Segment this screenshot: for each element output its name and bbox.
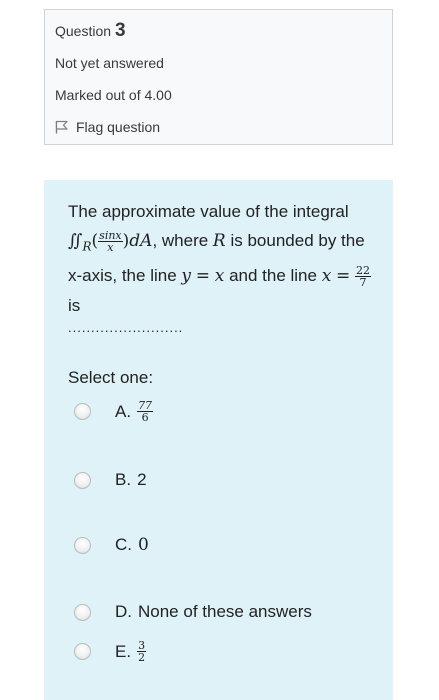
- flag-question-label: Flag question: [76, 119, 161, 135]
- question-text-1: The approximate value of the integral: [68, 202, 349, 221]
- question-text-4: and the line: [229, 266, 317, 286]
- option-e-fraction: 32: [137, 640, 147, 664]
- question-state: Not yet answered: [55, 55, 164, 71]
- option-c-letter: C.: [115, 535, 132, 554]
- answer-blank: .........................: [68, 320, 184, 335]
- integral-symbol: ∬: [68, 231, 83, 251]
- flag-question-button[interactable]: Flag question: [55, 119, 160, 135]
- x-variable: x: [214, 266, 225, 287]
- option-d-label[interactable]: D. None of these answers: [115, 602, 312, 622]
- option-a[interactable]: A. 77 6: [74, 400, 154, 424]
- option-e-label[interactable]: E. 32: [115, 640, 147, 664]
- question-number-value: 3: [114, 20, 126, 41]
- option-d-value: None of these answers: [138, 602, 312, 621]
- question-info-panel: Question 3 Not yet answered Marked out o…: [44, 9, 393, 145]
- question-text-2: , where: [152, 231, 209, 250]
- option-e-radio[interactable]: [74, 643, 91, 660]
- option-a-radio[interactable]: [74, 403, 91, 420]
- flag-icon: [55, 120, 68, 134]
- paren-open: (: [91, 231, 99, 251]
- option-b-label[interactable]: B. 2: [115, 470, 147, 490]
- option-d-radio[interactable]: [74, 603, 91, 621]
- question-text: The approximate value of the integral ∬R…: [68, 197, 378, 320]
- option-c[interactable]: C. 0: [74, 535, 149, 555]
- integrand-fraction: sinx x: [98, 230, 123, 255]
- question-grade: Marked out of 4.00: [55, 87, 172, 103]
- question-formulation: The approximate value of the integral ∬R…: [44, 180, 393, 700]
- equals-sign: =: [195, 266, 210, 287]
- integral-region: R: [82, 239, 92, 254]
- integral-dA: dA: [129, 231, 153, 251]
- option-d-letter: D.: [115, 602, 132, 621]
- option-e-letter: E.: [115, 641, 132, 661]
- option-a-denominator: 6: [141, 411, 149, 424]
- option-c-label[interactable]: C. 0: [115, 535, 149, 555]
- option-b[interactable]: B. 2: [74, 470, 147, 490]
- option-e-denominator: 2: [138, 651, 146, 664]
- option-b-value: 2: [137, 470, 147, 489]
- question-text-5: is: [68, 296, 81, 316]
- option-a-label[interactable]: A. 77 6: [115, 400, 154, 424]
- option-b-letter: B.: [115, 470, 132, 489]
- option-e[interactable]: E. 32: [74, 640, 147, 664]
- option-c-value: 0: [138, 535, 149, 555]
- option-b-radio[interactable]: [74, 471, 91, 489]
- option-a-letter: A.: [115, 401, 132, 421]
- equals-sign-2: =: [336, 266, 351, 287]
- y-variable: y: [181, 266, 192, 287]
- question-number: Question 3: [55, 20, 126, 42]
- bound-fraction: 22 7: [355, 265, 372, 290]
- option-a-fraction: 77 6: [137, 400, 154, 424]
- question-label: Question: [55, 23, 112, 39]
- x-variable-2: x: [321, 266, 332, 287]
- region-symbol: R: [212, 231, 226, 251]
- bound-denominator: 7: [359, 276, 367, 290]
- option-d[interactable]: D. None of these answers: [74, 602, 312, 622]
- integrand-denominator: x: [107, 241, 114, 255]
- select-prompt: Select one:: [68, 368, 154, 387]
- option-c-radio[interactable]: [74, 536, 91, 554]
